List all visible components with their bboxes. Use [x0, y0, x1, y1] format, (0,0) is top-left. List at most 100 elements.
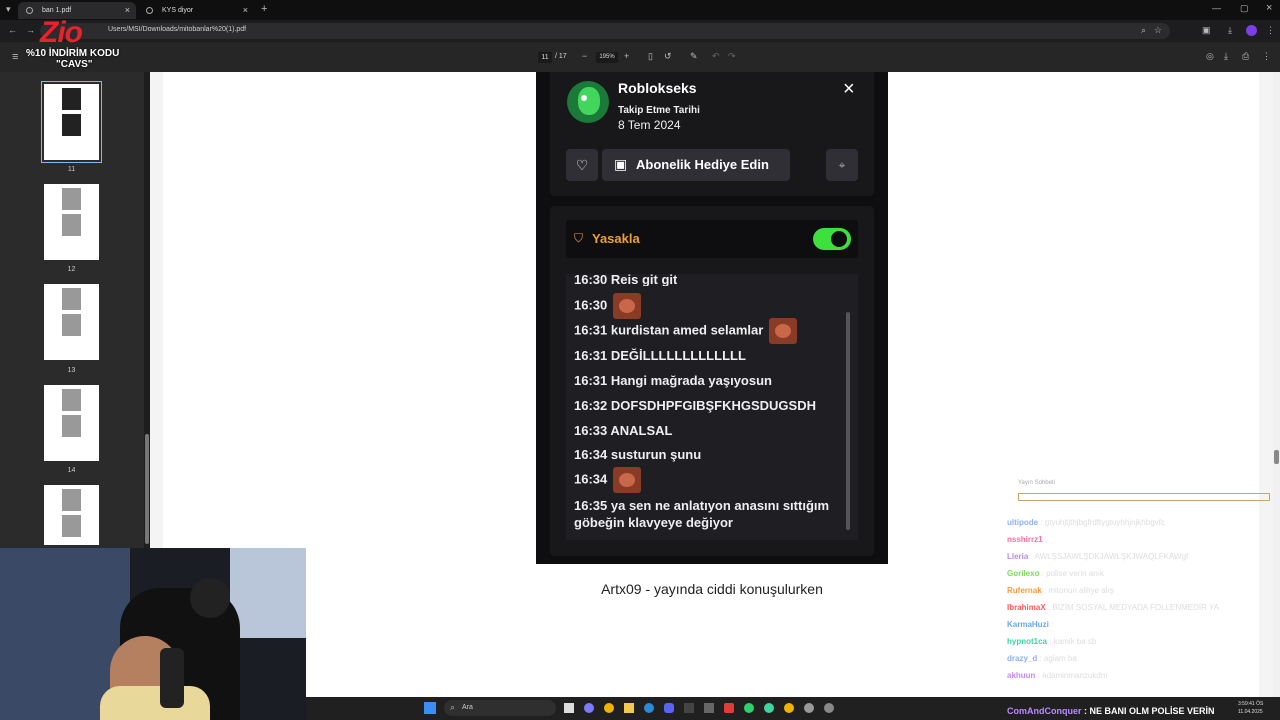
- clock-time: 3:59:41 ÖS: [1238, 701, 1264, 707]
- fit-page-icon[interactable]: ▯: [648, 52, 653, 61]
- close-icon[interactable]: ×: [125, 2, 130, 19]
- stream-chat-message: hypnot1ca : kamik ba sb: [1007, 637, 1096, 646]
- webcam-feed: [0, 548, 306, 720]
- back-icon[interactable]: ←: [8, 26, 17, 35]
- page-number-input[interactable]: 11: [538, 52, 552, 63]
- discord-icon[interactable]: [664, 703, 674, 713]
- chat-message-text: : NE BANI OLM POLİSE VERİN: [1084, 706, 1215, 716]
- ban-toggle[interactable]: [813, 228, 851, 250]
- chat-message-text: : AWLŞSJAWLŞDKJAWLŞKJWAQLFKAWgf: [1030, 552, 1189, 561]
- explorer-icon[interactable]: [624, 703, 634, 713]
- chat-time: 16:31: [574, 348, 608, 363]
- page-thumbnail-13[interactable]: [44, 284, 99, 360]
- pdf-scrollbar[interactable]: [1273, 72, 1280, 697]
- pin-icon[interactable]: ⌖: [826, 149, 858, 181]
- more-menu-icon[interactable]: ⋮: [1266, 26, 1275, 35]
- app-icon[interactable]: [684, 703, 694, 713]
- page-thumbnail-15[interactable]: [44, 485, 99, 545]
- task-view-icon[interactable]: [564, 703, 574, 713]
- app-icon[interactable]: [764, 703, 774, 713]
- app-icon[interactable]: [804, 703, 814, 713]
- zoom-out-button[interactable]: −: [582, 52, 587, 61]
- stream-chat-message: drazy_d : aglam ba: [1007, 654, 1077, 663]
- rotate-icon[interactable]: ↺: [664, 52, 672, 61]
- stream-chat-message: KarmaHuzi :: [1007, 620, 1053, 629]
- search-icon: ⌕: [450, 702, 456, 712]
- emote-icon: [612, 293, 641, 319]
- spotify-icon[interactable]: [744, 703, 754, 713]
- emote-icon: [768, 318, 797, 344]
- zoom-icon[interactable]: ⌕: [1141, 26, 1146, 35]
- scrollbar-thumb[interactable]: [145, 434, 149, 544]
- tab-kys[interactable]: KYS diyor ×: [138, 2, 254, 19]
- chat-time: 16:33: [574, 423, 608, 438]
- page-caption: Artx09 - yayında ciddi konuşulurken: [601, 581, 823, 597]
- page-thumbnail-label: 11: [67, 166, 76, 173]
- page-thumbnail-14[interactable]: [44, 385, 99, 461]
- chat-time: 16:34: [574, 447, 608, 462]
- promo-code: "CAVS": [56, 59, 93, 70]
- undo-icon[interactable]: ↶: [712, 52, 720, 61]
- page-thumbnail-11[interactable]: [44, 84, 99, 160]
- pdf-scrollbar-thumb[interactable]: [1274, 450, 1279, 464]
- app-icon[interactable]: [724, 703, 734, 713]
- chrome-icon[interactable]: [604, 703, 614, 713]
- chat-username: ultipode: [1007, 518, 1039, 527]
- chat-line: 16:34: [574, 467, 641, 493]
- chat-line: 16:31 DEĞİLLLLLLLLLLLLL: [574, 348, 746, 363]
- chat-line: 16:32 DOFSDHPFGIBŞFKHGSDUGSDH: [574, 398, 816, 413]
- forward-icon[interactable]: →: [26, 26, 35, 35]
- chat-time: 16:30: [574, 297, 608, 313]
- page-thumbnail-12[interactable]: [44, 184, 99, 260]
- chat-time: 16:31: [574, 322, 608, 338]
- draw-icon[interactable]: ✎: [690, 52, 698, 61]
- chat-text: ya sen ne anlatıyon anasını sıttığım: [610, 498, 830, 513]
- chat-time: 16:35: [574, 498, 608, 513]
- star-icon[interactable]: ☆: [1154, 26, 1162, 35]
- pdf-download-icon[interactable]: ⤓: [1224, 52, 1228, 61]
- extensions-icon[interactable]: ▣: [1202, 26, 1211, 35]
- ai-icon[interactable]: ◎: [1206, 52, 1214, 61]
- stream-chat-input[interactable]: [1018, 493, 1270, 501]
- url-field[interactable]: Users/MSI/Downloads/mitobanlar%20(1).pdf…: [40, 23, 1170, 39]
- zoom-input[interactable]: 195%: [596, 52, 618, 63]
- edge-icon[interactable]: [644, 703, 654, 713]
- heart-icon[interactable]: ♡: [566, 149, 598, 181]
- download-icon[interactable]: ⤓: [1228, 26, 1232, 35]
- copilot-icon[interactable]: [584, 703, 594, 713]
- shield-icon: ⛉: [574, 231, 584, 245]
- user-avatar: [567, 81, 609, 123]
- maximize-icon[interactable]: ▢: [1240, 4, 1249, 13]
- zoom-in-button[interactable]: +: [624, 52, 629, 61]
- app-icon[interactable]: [704, 703, 714, 713]
- pdf-toolbar: ≡ 11 / 17 − 195% + ▯ ↺ ✎ ↶ ↷ ◎ ⤓ ⎙ ⋮: [0, 42, 1280, 72]
- stream-chat-message: akhuun : adaminmanzukdm: [1007, 671, 1108, 680]
- chat-text: Hangi mağrada yaşıyosun: [610, 373, 772, 388]
- print-icon[interactable]: ⎙: [1242, 52, 1249, 61]
- browser-tab-bar: ▾ ban 1.pdf × KYS diyor × + — ▢ ×: [0, 0, 1280, 20]
- taskbar-search[interactable]: ⌕ Ara: [444, 700, 556, 716]
- stream-chat-header: Yayın Sohbeti: [1018, 480, 1055, 486]
- stream-chat-message: ComAndConquer : NE BANI OLM POLİSE VERİN: [1007, 706, 1215, 716]
- redo-icon[interactable]: ↷: [728, 52, 736, 61]
- chat-username: akhuun: [1007, 671, 1036, 680]
- pdf-more-icon[interactable]: ⋮: [1262, 52, 1271, 61]
- chat-log-scrollbar[interactable]: [846, 312, 850, 530]
- windows-start-icon[interactable]: [424, 702, 436, 714]
- close-icon[interactable]: ×: [843, 78, 855, 101]
- tab-menu-icon[interactable]: ▾: [6, 5, 11, 14]
- chrome-icon[interactable]: [784, 703, 794, 713]
- app-icon[interactable]: [824, 703, 834, 713]
- stream-chat-message: Rufernak : mitonun aliliye alış: [1007, 586, 1114, 595]
- window-close-icon[interactable]: ×: [1266, 3, 1272, 14]
- hamburger-icon[interactable]: ≡: [12, 52, 18, 63]
- stream-chat-message: IbrahimaX : BİZİM SOSYAL MEDYADA FOLLENM…: [1007, 603, 1219, 612]
- chat-text: Reis git git: [610, 272, 678, 286]
- page-thumbnail-label: 14: [67, 467, 76, 474]
- pdf-tab-icon: [26, 7, 33, 14]
- gift-sub-button[interactable]: ▣ Abonelik Hediye Edin: [602, 149, 790, 181]
- new-tab-button[interactable]: +: [261, 4, 267, 15]
- profile-avatar[interactable]: [1246, 25, 1257, 36]
- close-icon[interactable]: ×: [243, 2, 248, 19]
- minimize-icon[interactable]: —: [1212, 4, 1221, 13]
